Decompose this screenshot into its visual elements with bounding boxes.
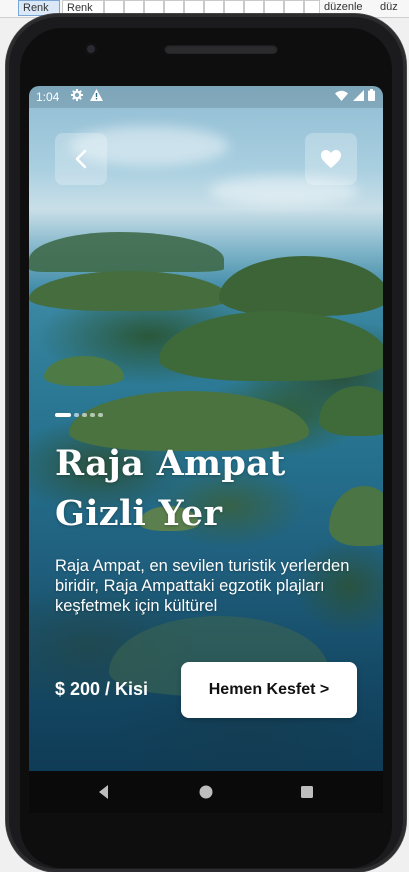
carousel-indicator[interactable] <box>55 413 103 417</box>
explore-now-button[interactable]: Hemen Kesfet > <box>181 662 357 718</box>
earpiece-speaker <box>164 44 278 54</box>
carousel-dot[interactable] <box>90 413 95 417</box>
destination-description: Raja Ampat, en sevilen turistik yerlerde… <box>55 557 350 615</box>
nav-recents-icon[interactable] <box>298 783 316 801</box>
carousel-dot-active[interactable] <box>55 413 71 417</box>
app-screen: 1:04 Raja Ampat Gizli Yer Raja Ampat, en… <box>29 86 383 771</box>
carousel-dot[interactable] <box>82 413 87 417</box>
battery-icon <box>368 89 375 101</box>
status-bar: 1:04 <box>29 86 383 108</box>
host-label-duz: düz <box>380 1 398 13</box>
gear-icon <box>71 89 83 104</box>
island <box>29 271 229 311</box>
system-nav-bar <box>29 771 383 813</box>
island <box>159 311 383 381</box>
alert-icon <box>90 89 103 104</box>
status-right-icons <box>335 89 375 104</box>
island <box>44 356 124 386</box>
price-per-person: $ 200 / Kisi <box>55 679 149 699</box>
wifi-icon <box>335 90 349 101</box>
heart-icon <box>321 150 341 168</box>
front-camera <box>85 43 97 55</box>
island <box>319 386 383 436</box>
back-button[interactable] <box>55 133 107 185</box>
favorite-button[interactable] <box>305 133 357 185</box>
chevron-left-icon <box>75 149 87 169</box>
carousel-dot[interactable] <box>98 413 103 417</box>
carousel-dot[interactable] <box>74 413 79 417</box>
signal-icon <box>352 90 364 101</box>
destination-title: Raja Ampat Gizli Yer <box>55 443 286 534</box>
distant-island <box>29 232 224 272</box>
island <box>219 256 383 316</box>
nav-back-icon[interactable] <box>95 783 113 801</box>
status-time: 1:04 <box>36 90 60 104</box>
nav-home-icon[interactable] <box>197 783 215 801</box>
